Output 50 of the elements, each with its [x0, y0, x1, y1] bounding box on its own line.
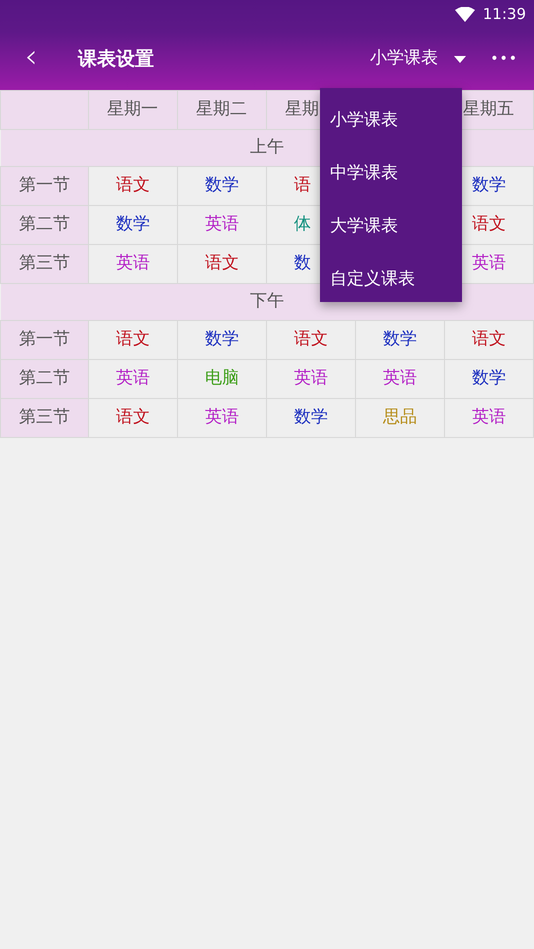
menu-item[interactable]: 小学课表: [320, 94, 462, 147]
weekday-header: 星期: [285, 99, 319, 120]
subject-text: 语文: [294, 329, 328, 350]
subject-text: 英语: [205, 407, 239, 428]
section-label: 下午: [250, 291, 284, 312]
status-time: 11:39: [482, 4, 526, 25]
subject-text: 语文: [472, 214, 506, 234]
subject-text: 数学: [472, 175, 506, 196]
subject-text: 语文: [116, 407, 150, 428]
subject-text: 英语: [472, 253, 506, 274]
subject-text: 体: [294, 214, 311, 234]
subject-text: 语: [294, 175, 311, 196]
subject-text: 数: [294, 253, 311, 274]
subject-text: 英语: [472, 407, 506, 428]
section-label: 上午: [250, 137, 284, 158]
subject-text: 语文: [116, 175, 150, 196]
period-label: 第一节: [19, 175, 70, 196]
subject-text: 电脑: [205, 368, 239, 388]
period-label: 第三节: [19, 407, 70, 428]
subject-text: 英语: [116, 368, 150, 388]
back-button[interactable]: ‹: [0, 40, 62, 78]
weekday-header: 星期一: [107, 99, 158, 120]
subject-text: 数学: [205, 329, 239, 350]
subject-text: 思品: [383, 407, 417, 428]
caret-icon: [454, 56, 466, 62]
subject-text: 数学: [383, 329, 417, 350]
subject-text: 语文: [116, 329, 150, 350]
subject-text: 语文: [205, 253, 239, 274]
menu-item[interactable]: 自定义课表: [320, 253, 462, 306]
subject-text: 数学: [205, 175, 239, 196]
subject-text: 英语: [116, 253, 150, 274]
weekday-header: 星期五: [463, 99, 514, 120]
menu-item[interactable]: 中学课表: [320, 147, 462, 200]
wifi-icon: [454, 6, 475, 22]
subject-text: 数学: [116, 214, 150, 234]
schedule-selector[interactable]: 小学课表: [370, 46, 466, 72]
subject-text: 英语: [205, 214, 239, 234]
period-label: 第二节: [19, 214, 70, 234]
screen-title: 课表设置: [78, 46, 154, 72]
menu-item[interactable]: 大学课表: [320, 200, 462, 253]
subject-text: 语文: [472, 329, 506, 350]
subject-text: 英语: [294, 368, 328, 388]
period-label: 第三节: [19, 253, 70, 274]
subject-text: 数学: [294, 407, 328, 428]
subject-text: 英语: [383, 368, 417, 388]
period-label: 第一节: [19, 329, 70, 350]
subject-text: 数学: [472, 368, 506, 388]
period-label: 第二节: [19, 368, 70, 388]
weekday-header: 星期二: [196, 99, 247, 120]
more-button[interactable]: •••: [490, 48, 518, 70]
